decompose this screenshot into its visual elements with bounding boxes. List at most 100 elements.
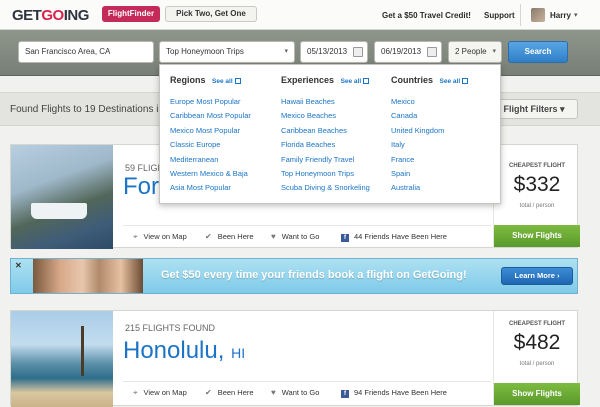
dropdown-item[interactable]: Italy xyxy=(391,138,468,152)
promo-text: Get $50 every time your friends book a f… xyxy=(161,269,467,281)
experiences-list: Hawaii Beaches Mexico Beaches Caribbean … xyxy=(281,95,370,196)
calendar-icon[interactable] xyxy=(427,47,437,57)
view-on-map-link[interactable]: ⌖ View on Map xyxy=(133,388,187,398)
regions-list: Europe Most Popular Caribbean Most Popul… xyxy=(170,95,251,196)
price-box: CHEAPEST FLIGHT $482 total / person Show… xyxy=(493,311,580,407)
friends-been-here-link[interactable]: f 44 Friends Have Been Here xyxy=(341,232,447,242)
flight-filters-button[interactable]: Flight Filters ▾ xyxy=(490,99,578,119)
city-name: For xyxy=(123,173,159,200)
people-value: 2 People xyxy=(455,47,487,56)
dropdown-item[interactable]: Florida Beaches xyxy=(281,138,370,152)
getgoing-logo[interactable]: GETGOING xyxy=(12,7,89,24)
return-date-input[interactable]: 06/19/2013 xyxy=(374,41,442,63)
dropdown-item[interactable]: Mediterranean xyxy=(170,153,251,167)
view-on-map-label: View on Map xyxy=(143,388,187,397)
show-flights-button[interactable]: Show Flights xyxy=(494,383,580,405)
trip-type-dropdown-menu: Regions See all Europe Most Popular Cari… xyxy=(159,64,501,204)
chevron-down-icon: ▾ xyxy=(284,48,288,55)
dropdown-item[interactable]: Western Mexico & Baja xyxy=(170,167,251,181)
heart-icon: ♥ xyxy=(271,232,276,241)
been-here-button[interactable]: ✔ Been Here xyxy=(205,232,254,241)
heart-icon: ♥ xyxy=(271,388,276,397)
user-avatar[interactable] xyxy=(531,8,545,22)
results-count-text: Found Flights to 19 Destinations in xyxy=(10,104,164,115)
dropdown-item[interactable]: Canada xyxy=(391,109,468,123)
see-all-label: See all xyxy=(212,78,233,85)
dropdown-item[interactable]: Mexico Beaches xyxy=(281,109,370,123)
user-menu-chevron-icon[interactable]: ▾ xyxy=(574,11,578,19)
learn-more-button[interactable]: Learn More › xyxy=(501,267,573,285)
want-to-go-button[interactable]: ♥ Want to Go xyxy=(271,388,319,397)
experiences-column: Experiences See all Hawaii Beaches Mexic… xyxy=(281,75,370,196)
dropdown-item[interactable]: Family Friendly Travel xyxy=(281,153,370,167)
flightfinder-button[interactable]: FlightFinder xyxy=(102,6,160,22)
facebook-icon: f xyxy=(341,234,349,242)
view-on-map-label: View on Map xyxy=(143,232,187,241)
external-link-icon xyxy=(363,78,370,85)
map-pin-icon: ⌖ xyxy=(133,232,138,241)
dropdown-item[interactable]: Top Honeymoon Trips xyxy=(281,167,370,181)
dropdown-item[interactable]: Mexico Most Popular xyxy=(170,124,251,138)
dropdown-item[interactable]: Spain xyxy=(391,167,468,181)
want-to-go-label: Want to Go xyxy=(281,232,320,241)
flight-filters-label: Flight Filters xyxy=(503,104,558,114)
card-actions: ⌖ View on Map ✔ Been Here ♥ Want to Go f 44 … xyxy=(123,225,491,247)
dropdown-item[interactable]: Australia xyxy=(391,181,468,195)
dropdown-item[interactable]: Mexico xyxy=(391,95,468,109)
nav-divider xyxy=(520,4,521,26)
friends-been-here-label: 44 Friends Have Been Here xyxy=(354,232,447,241)
price-value: $332 xyxy=(513,173,561,196)
dropdown-item[interactable]: Hawaii Beaches xyxy=(281,95,370,109)
regions-see-all-link[interactable]: See all xyxy=(212,78,241,85)
destination-city[interactable]: For xyxy=(123,173,159,201)
map-pin-icon: ⌖ xyxy=(133,388,138,397)
chevron-down-icon: ▾ xyxy=(559,104,565,114)
been-here-button[interactable]: ✔ Been Here xyxy=(205,388,254,397)
location-input[interactable]: San Francisco Area, CA xyxy=(18,41,154,63)
user-name[interactable]: Harry xyxy=(550,11,571,20)
city-name: Honolulu, xyxy=(123,337,225,364)
dropdown-item[interactable]: United Kingdom xyxy=(391,124,468,138)
facebook-icon: f xyxy=(341,390,349,398)
close-icon[interactable]: ✕ xyxy=(15,261,22,270)
regions-heading: Regions See all xyxy=(170,75,251,85)
people-select[interactable]: 2 People ▾ xyxy=(448,41,502,63)
friends-been-here-link[interactable]: f 94 Friends Have Been Here xyxy=(341,388,447,398)
destination-card: 215 FLIGHTS FOUND Honolulu, HI ⌖ View on … xyxy=(10,310,580,407)
trip-type-select[interactable]: Top Honeymoon Trips ▾ xyxy=(159,41,295,63)
been-here-label: Been Here xyxy=(217,388,254,397)
dropdown-item[interactable]: Caribbean Most Popular xyxy=(170,109,251,123)
dropdown-item[interactable]: Europe Most Popular xyxy=(170,95,251,109)
want-to-go-button[interactable]: ♥ Want to Go xyxy=(271,232,319,241)
calendar-icon[interactable] xyxy=(353,47,363,57)
destination-city[interactable]: Honolulu, HI xyxy=(123,337,245,365)
external-link-icon xyxy=(234,78,241,85)
dropdown-item[interactable]: Classic Europe xyxy=(170,138,251,152)
destination-photo[interactable] xyxy=(11,311,113,407)
experiences-title: Experiences xyxy=(281,75,335,85)
top-nav: GETGOING FlightFinder Pick Two, Get One … xyxy=(0,0,600,30)
been-here-label: Been Here xyxy=(217,232,254,241)
price-per-person-label: total / person xyxy=(519,203,555,209)
dropdown-item[interactable]: Scuba Diving & Snorkeling xyxy=(281,181,370,195)
location-value: San Francisco Area, CA xyxy=(25,47,111,56)
search-button[interactable]: Search xyxy=(508,41,568,63)
state-code: HI xyxy=(231,345,246,361)
dropdown-item[interactable]: France xyxy=(391,153,468,167)
support-link[interactable]: Support xyxy=(484,11,515,20)
flights-found-count: 215 FLIGHTS FOUND xyxy=(125,323,216,333)
countries-title: Countries xyxy=(391,75,434,85)
check-icon: ✔ xyxy=(205,388,212,397)
dropdown-item[interactable]: Asia Most Popular xyxy=(170,181,251,195)
view-on-map-link[interactable]: ⌖ View on Map xyxy=(133,232,187,242)
pick-two-get-one-button[interactable]: Pick Two, Get One xyxy=(165,6,257,22)
depart-date-input[interactable]: 05/13/2013 xyxy=(300,41,368,63)
price-value: $482 xyxy=(513,331,561,354)
chevron-down-icon: ▾ xyxy=(492,48,496,55)
experiences-see-all-link[interactable]: See all xyxy=(341,78,370,85)
show-flights-button[interactable]: Show Flights xyxy=(494,225,580,247)
travel-credit-link[interactable]: Get a $50 Travel Credit! xyxy=(382,11,471,20)
countries-see-all-link[interactable]: See all xyxy=(440,78,469,85)
dropdown-item[interactable]: Caribbean Beaches xyxy=(281,124,370,138)
destination-photo[interactable] xyxy=(11,145,113,249)
